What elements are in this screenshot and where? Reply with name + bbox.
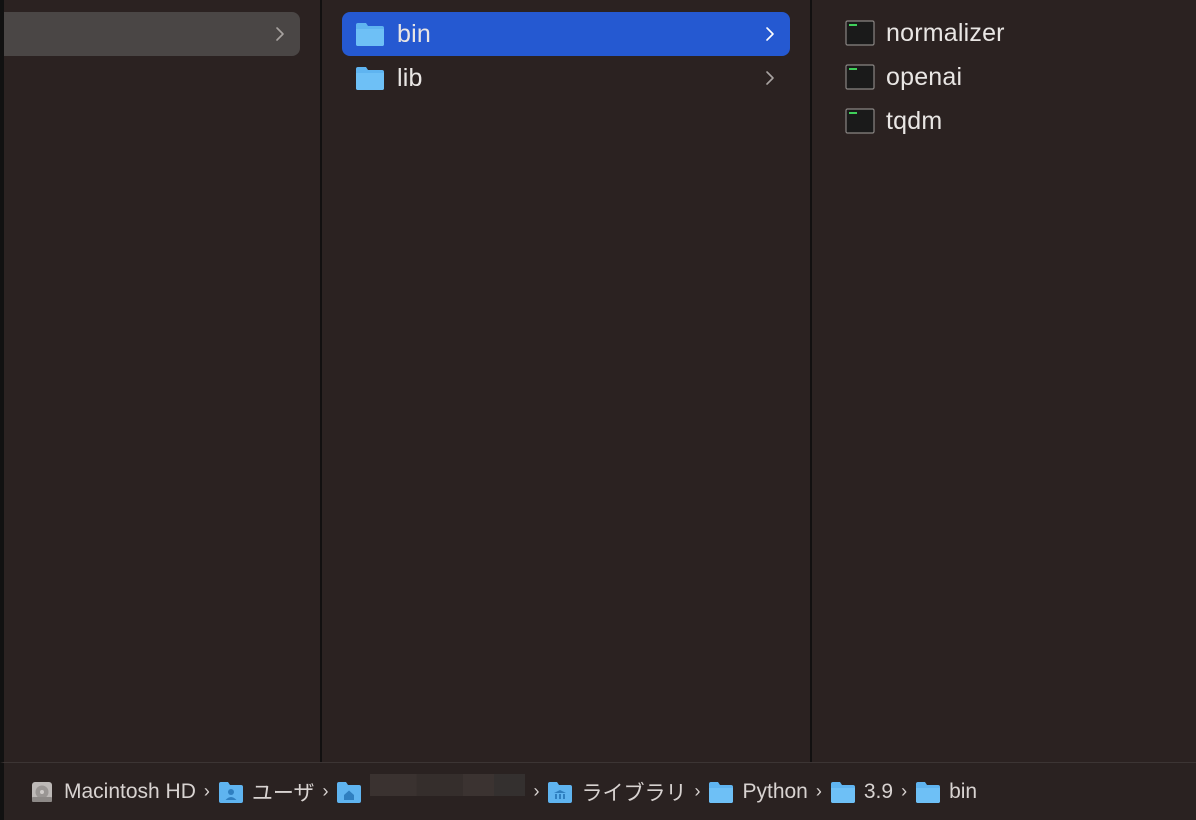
column-2[interactable] (320, 0, 810, 762)
folder-icon (708, 780, 734, 804)
file-item-label: openai (886, 62, 963, 91)
folder-icon (355, 21, 385, 47)
file-item-label: tqdm (886, 106, 943, 135)
folder-icon (355, 65, 385, 91)
breadcrumb-separator: › (901, 781, 908, 801)
breadcrumb-separator: › (815, 781, 822, 801)
column-1-selected-item[interactable] (4, 12, 300, 56)
home-folder-icon (336, 780, 362, 804)
redacted-username (370, 773, 526, 796)
breadcrumb-label: ユーザ (251, 781, 315, 805)
hard-drive-icon (30, 780, 56, 804)
breadcrumb-bin[interactable]: bin (915, 780, 977, 804)
users-folder-icon (218, 780, 244, 804)
folder-item-bin[interactable]: bin (342, 12, 790, 56)
path-bar: Macintosh HD › ユーザ › › ライブラリ › Python › … (0, 762, 1196, 820)
breadcrumb-users[interactable]: ユーザ (218, 777, 315, 807)
breadcrumb-separator: › (203, 781, 210, 801)
folder-item-label: lib (397, 63, 423, 92)
file-item-label: normalizer (886, 18, 1005, 47)
terminal-exec-icon (845, 20, 875, 46)
breadcrumb-separator: › (322, 781, 329, 801)
folder-item-label: bin (397, 19, 431, 48)
chevron-right-icon (762, 24, 778, 44)
file-item-tqdm[interactable]: tqdm (840, 99, 1190, 143)
terminal-exec-icon (845, 108, 875, 134)
folder-item-lib[interactable]: lib (342, 56, 790, 100)
breadcrumb-macintosh-hd[interactable]: Macintosh HD (30, 780, 196, 804)
breadcrumb-python[interactable]: Python (708, 779, 808, 804)
breadcrumb-home[interactable] (336, 773, 526, 804)
library-folder-icon (547, 780, 573, 804)
breadcrumb-label: bin (949, 779, 978, 803)
breadcrumb-label: Python (742, 779, 808, 803)
column-browser: bin lib normalizer openai tqdm (0, 0, 1196, 762)
folder-icon (915, 780, 941, 804)
breadcrumb-library[interactable]: ライブラリ (547, 777, 686, 807)
breadcrumb-separator: › (694, 781, 701, 801)
column-1[interactable] (0, 0, 320, 762)
chevron-right-icon (272, 24, 288, 44)
finder-window: bin lib normalizer openai tqdm Macintosh… (0, 0, 1196, 820)
breadcrumb-label: ライブラリ (581, 781, 687, 805)
terminal-exec-icon (845, 64, 875, 90)
breadcrumb-label: 3.9 (863, 779, 894, 803)
file-item-openai[interactable]: openai (840, 55, 1190, 99)
breadcrumb-label: Macintosh HD (64, 779, 196, 803)
chevron-right-icon (762, 68, 778, 88)
file-item-normalizer[interactable]: normalizer (840, 11, 1190, 55)
breadcrumb-3-9[interactable]: 3.9 (830, 780, 893, 804)
folder-icon (830, 780, 856, 804)
breadcrumb-separator: › (533, 781, 540, 801)
